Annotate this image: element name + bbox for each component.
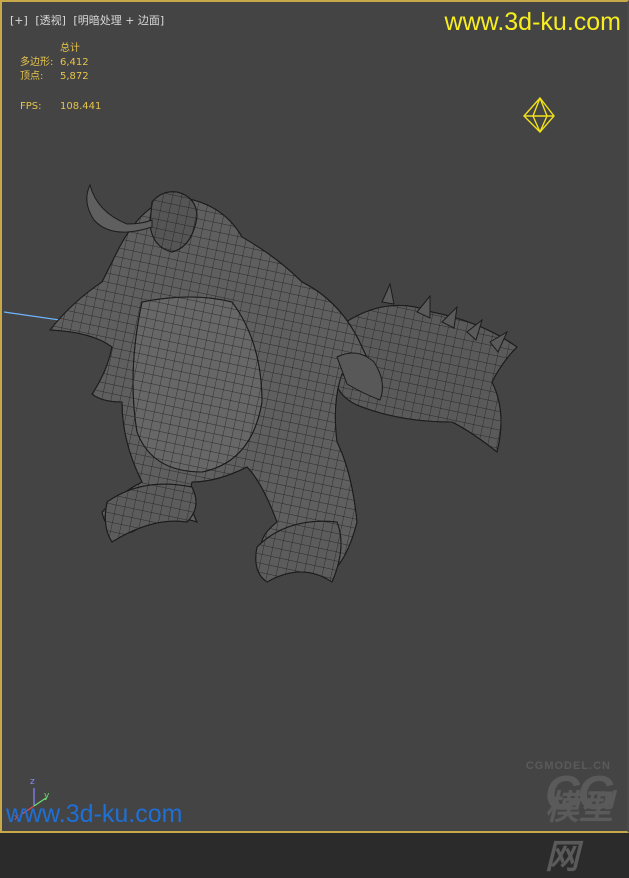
perspective-viewport[interactable]: [+] [透视] [明暗处理 + 边面] 总计 多边形: 6,412 顶点: 5,8…	[0, 0, 629, 876]
light-gizmo-icon[interactable]	[523, 96, 555, 134]
logo-site: CGMODEL.CN	[525, 760, 611, 772]
creature-mesh[interactable]	[49, 183, 518, 583]
watermark-bottom: www.3d-ku.com	[6, 800, 183, 828]
axis-z-label: z	[30, 777, 35, 787]
logo-cn: 模型网	[545, 789, 613, 876]
scene-canvas[interactable]: z y x	[2, 2, 629, 835]
cgmodel-logo: CGMODEL.CN CG 模型网	[526, 760, 615, 876]
watermark-top: www.3d-ku.com	[444, 8, 621, 36]
